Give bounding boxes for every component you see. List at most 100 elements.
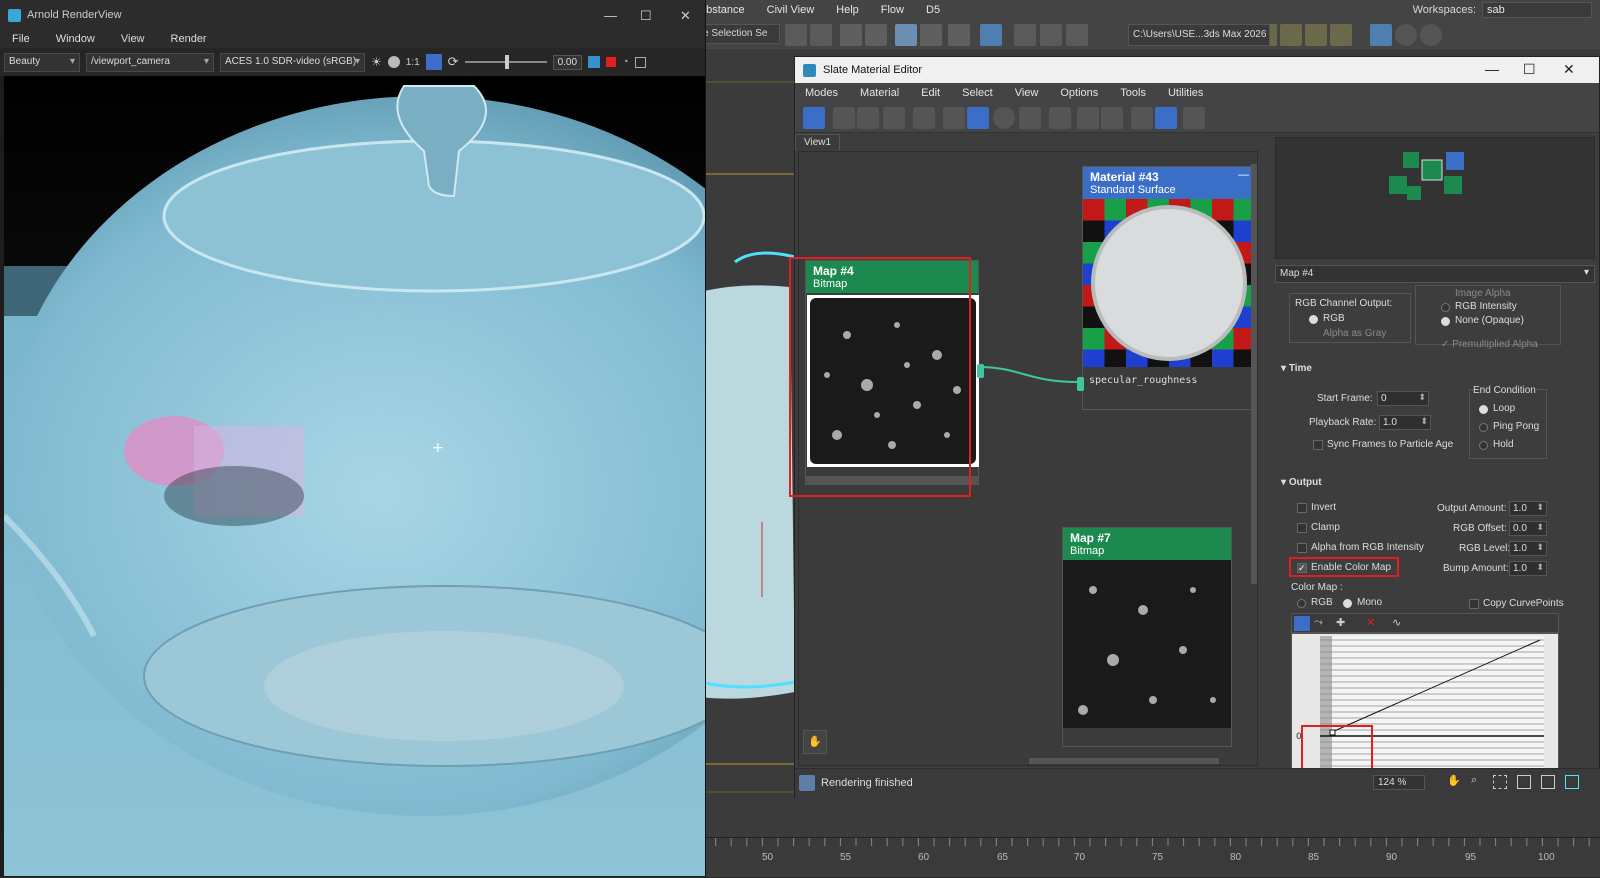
align-icon[interactable] bbox=[810, 24, 832, 46]
crop-region-icon[interactable] bbox=[425, 54, 442, 70]
menu-options[interactable]: Options bbox=[1060, 87, 1098, 99]
rgb-radio[interactable] bbox=[1309, 315, 1318, 324]
zoom-all-icon[interactable] bbox=[1565, 775, 1579, 789]
exposure-slider[interactable] bbox=[464, 55, 547, 69]
color-map-mono-radio[interactable] bbox=[1343, 599, 1352, 608]
render-setup-icon[interactable] bbox=[1014, 24, 1036, 46]
menu-file[interactable]: File bbox=[12, 33, 30, 45]
color-space-dropdown[interactable]: ACES 1.0 SDR-video (sRGB) bbox=[220, 52, 365, 72]
material-editor-icon[interactable] bbox=[980, 24, 1002, 46]
camera-dropdown[interactable]: /viewport_camera bbox=[86, 52, 214, 72]
toggle-ribbon-icon[interactable] bbox=[895, 24, 917, 46]
layout-children-icon[interactable] bbox=[1101, 107, 1123, 129]
menu-view[interactable]: View bbox=[121, 33, 145, 45]
select-tool-icon[interactable] bbox=[803, 107, 825, 129]
schematic-view-icon[interactable] bbox=[948, 24, 970, 46]
slot-specular-roughness[interactable]: specular_roughness bbox=[1083, 367, 1255, 394]
menu-utilities[interactable]: Utilities bbox=[1168, 87, 1203, 99]
aov-dropdown[interactable]: Beauty bbox=[4, 52, 80, 72]
curve-editor-icon[interactable] bbox=[920, 24, 942, 46]
menu-tools[interactable]: Tools bbox=[1120, 87, 1146, 99]
menu-item-help[interactable]: Help bbox=[836, 4, 859, 16]
put-to-scene-icon[interactable] bbox=[857, 107, 879, 129]
sample-uv-icon[interactable] bbox=[1049, 107, 1071, 129]
tab-view1[interactable]: View1 bbox=[795, 134, 841, 150]
horizontal-scrollbar[interactable] bbox=[1029, 758, 1219, 764]
pan-icon[interactable]: ✋ bbox=[1447, 774, 1461, 787]
scene-explorer-icon[interactable] bbox=[840, 24, 862, 46]
zoom-extents-icon[interactable] bbox=[1517, 775, 1531, 789]
parameter-editor-icon[interactable] bbox=[1155, 107, 1177, 129]
background-icon[interactable] bbox=[1019, 107, 1041, 129]
render-production-icon[interactable] bbox=[1066, 24, 1088, 46]
menu-item-d5[interactable]: D5 bbox=[926, 4, 940, 16]
sync-icon[interactable] bbox=[1420, 24, 1442, 46]
rgb-offset-spinner[interactable]: 0.0 bbox=[1509, 521, 1547, 536]
project-folder-icon[interactable] bbox=[1280, 24, 1302, 46]
menu-edit[interactable]: Edit bbox=[921, 87, 940, 99]
menu-window[interactable]: Window bbox=[56, 33, 95, 45]
render-image[interactable]: + bbox=[4, 76, 705, 876]
stop-icon[interactable] bbox=[606, 57, 617, 67]
playback-rate-spinner[interactable]: 1.0 bbox=[1379, 415, 1431, 430]
scale-point-icon[interactable]: ⤳ bbox=[1314, 616, 1323, 629]
project-settings-icon[interactable] bbox=[1330, 24, 1352, 46]
navigator[interactable] bbox=[1275, 137, 1595, 259]
time-section-header[interactable]: ▾ Time bbox=[1281, 363, 1312, 374]
menu-view[interactable]: View bbox=[1015, 87, 1039, 99]
loop-radio[interactable] bbox=[1479, 405, 1488, 414]
zoom-icon[interactable]: ⌕ bbox=[1471, 774, 1477, 787]
maximize-icon[interactable]: ☐ bbox=[640, 8, 652, 24]
pick-material-icon[interactable] bbox=[833, 107, 855, 129]
display-toggle-icon[interactable] bbox=[387, 56, 400, 68]
color-map-rgb-radio[interactable] bbox=[1297, 599, 1306, 608]
output-amount-spinner[interactable]: 1.0 bbox=[1509, 501, 1547, 516]
hand-pan-icon[interactable]: ✋ bbox=[803, 730, 827, 754]
node-map7[interactable]: Map #7 Bitmap bbox=[1062, 527, 1232, 747]
menu-modes[interactable]: Modes bbox=[805, 87, 838, 99]
add-point-icon[interactable]: ✚ bbox=[1336, 616, 1345, 629]
snapshot-icon[interactable]: ◔ bbox=[622, 56, 629, 68]
clamp-checkbox[interactable] bbox=[1297, 523, 1307, 533]
select-by-material-icon[interactable] bbox=[1183, 107, 1205, 129]
move-children-icon[interactable] bbox=[943, 107, 965, 129]
save-icon[interactable] bbox=[1370, 24, 1392, 46]
map-selector-dropdown[interactable]: Map #4 bbox=[1275, 265, 1595, 283]
bump-amount-spinner[interactable]: 1.0 bbox=[1509, 561, 1547, 576]
sun-icon[interactable]: ☀ bbox=[371, 55, 382, 69]
menu-render[interactable]: Render bbox=[171, 33, 207, 45]
copy-curve-points-checkbox[interactable] bbox=[1469, 599, 1479, 609]
invert-checkbox[interactable] bbox=[1297, 503, 1307, 513]
zoom-dropdown[interactable]: 124 % bbox=[1373, 775, 1426, 790]
menu-item-flow[interactable]: Flow bbox=[881, 4, 904, 16]
named-selection-set-dropdown[interactable]: e Selection Se bbox=[700, 24, 780, 44]
rgb-level-spinner[interactable]: 1.0 bbox=[1509, 541, 1547, 556]
minimize-icon[interactable]: — bbox=[1485, 61, 1499, 77]
rgb-intensity-radio[interactable] bbox=[1441, 303, 1450, 312]
project-path-dropdown[interactable]: C:\Users\USE...3ds Max 2026 bbox=[1128, 24, 1270, 46]
render-start-icon[interactable] bbox=[588, 56, 601, 68]
rendered-frame-window-icon[interactable] bbox=[1040, 24, 1062, 46]
layout-all-icon[interactable] bbox=[1077, 107, 1099, 129]
none-opaque-radio[interactable] bbox=[1441, 317, 1450, 326]
assign-material-icon[interactable] bbox=[883, 107, 905, 129]
material-map-browser-icon[interactable] bbox=[1131, 107, 1153, 129]
menu-select[interactable]: Select bbox=[962, 87, 993, 99]
alpha-from-rgb-checkbox[interactable] bbox=[1297, 543, 1307, 553]
output-section-header[interactable]: ▾ Output bbox=[1281, 477, 1322, 488]
badge-icon[interactable] bbox=[1395, 24, 1417, 46]
collapse-icon[interactable]: — bbox=[1238, 169, 1249, 181]
refresh-icon[interactable]: ⟳ bbox=[448, 54, 459, 70]
layer-explorer-icon[interactable] bbox=[865, 24, 887, 46]
hide-unused-slots-icon[interactable] bbox=[967, 107, 989, 129]
close-icon[interactable]: ✕ bbox=[1563, 61, 1575, 78]
node-material43[interactable]: Material #43 Standard Surface — specular… bbox=[1077, 166, 1256, 410]
close-icon[interactable]: ✕ bbox=[680, 8, 691, 24]
node-material43-header[interactable]: Material #43 Standard Surface — bbox=[1083, 167, 1255, 199]
set-project-icon[interactable] bbox=[1305, 24, 1327, 46]
menu-material[interactable]: Material bbox=[860, 87, 899, 99]
delete-point-icon[interactable]: ✕ bbox=[1366, 616, 1375, 629]
move-point-icon[interactable] bbox=[1294, 616, 1310, 631]
minimize-icon[interactable]: — bbox=[604, 8, 617, 23]
zoom-region-icon[interactable] bbox=[1493, 775, 1507, 789]
